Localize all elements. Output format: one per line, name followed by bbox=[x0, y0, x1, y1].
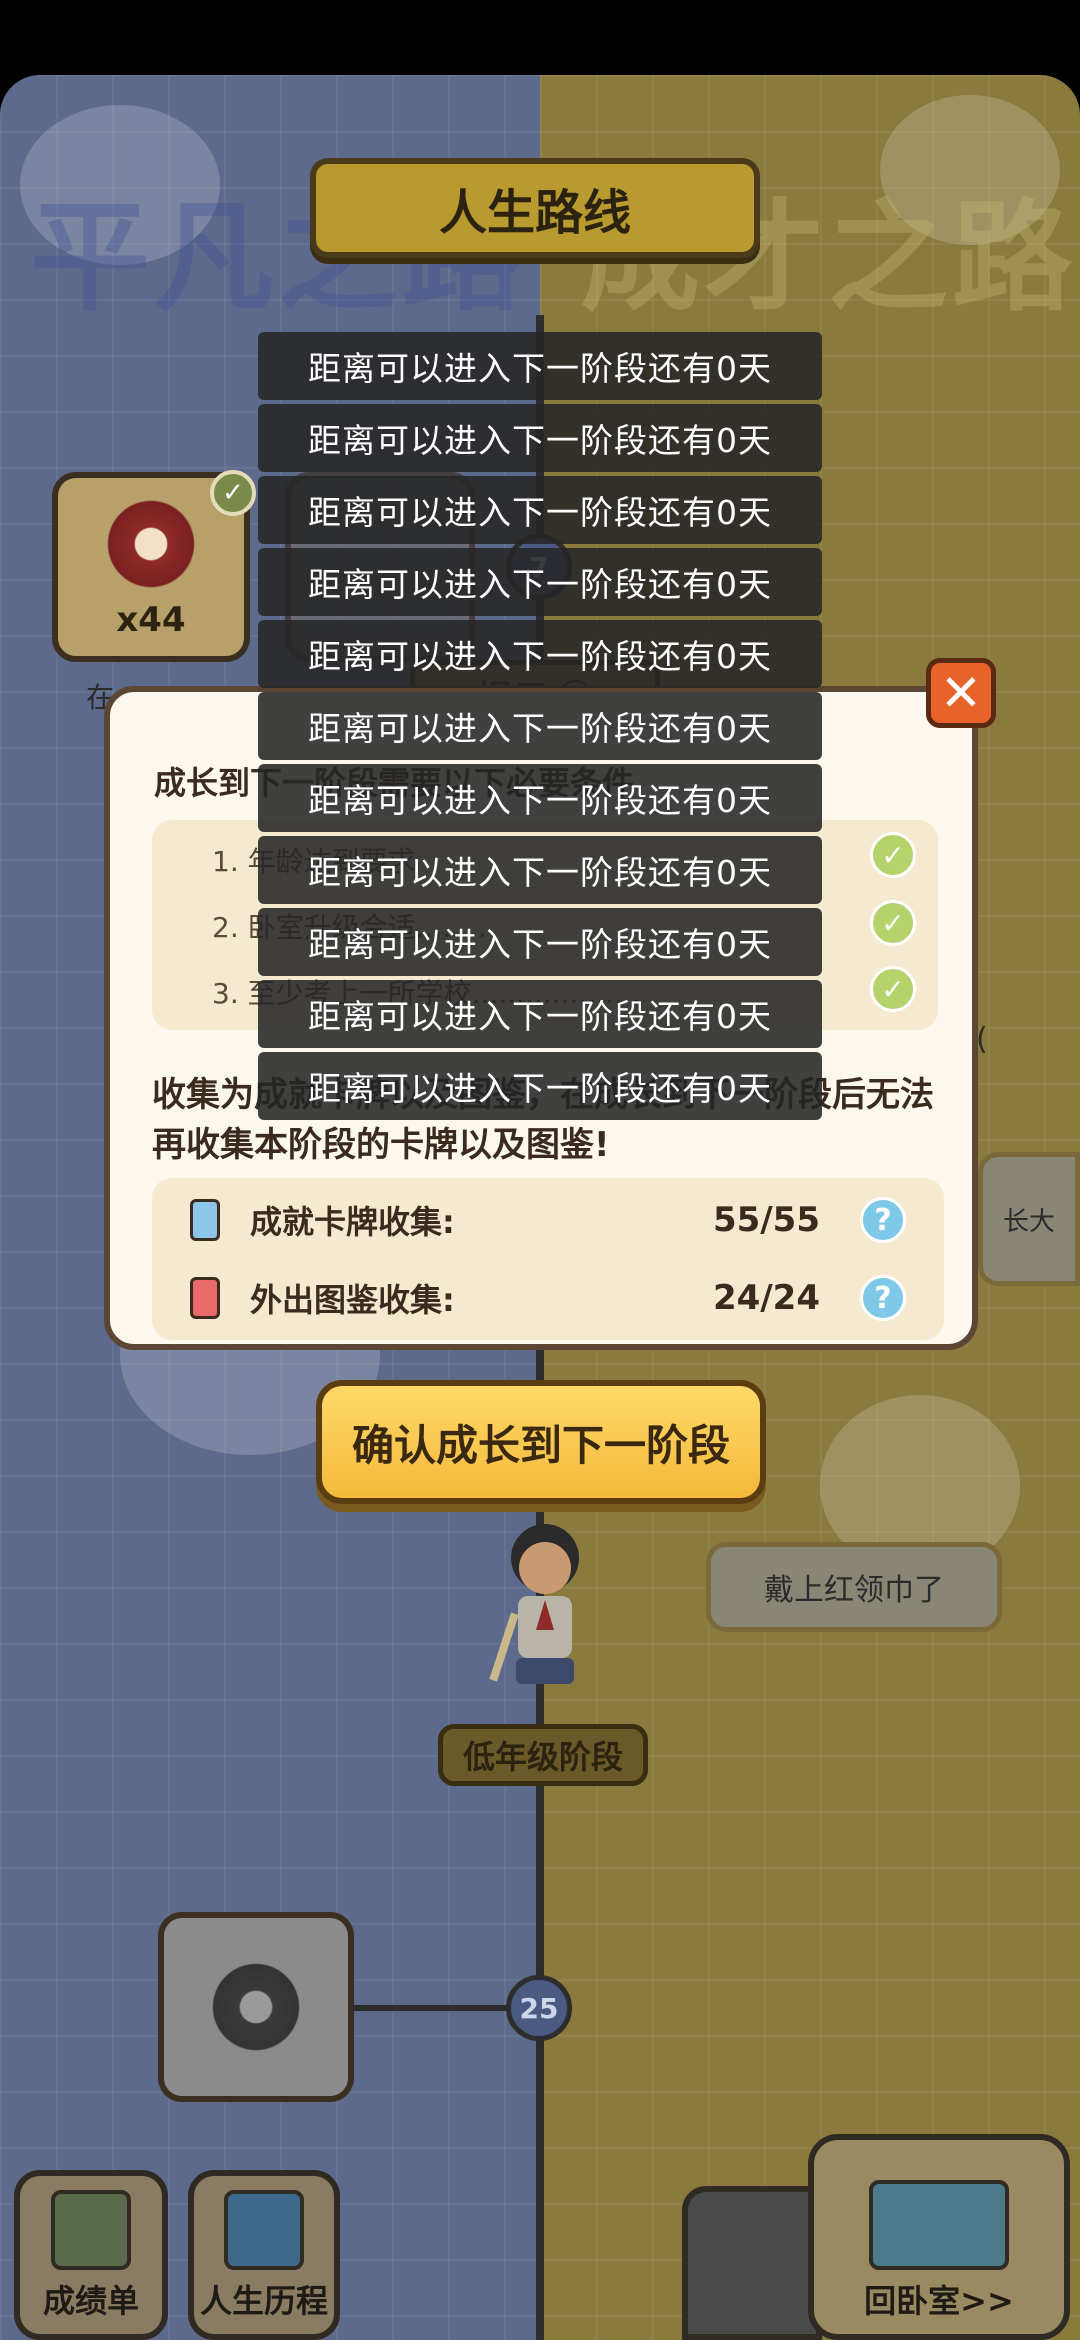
close-button[interactable]: ✕ bbox=[926, 658, 996, 728]
stage-label: 低年级阶段 bbox=[438, 1724, 648, 1786]
toast-message: 距离可以进入下一阶段还有0天 bbox=[258, 332, 822, 400]
next-flower-card[interactable] bbox=[158, 1912, 354, 2102]
card-connector bbox=[350, 2005, 520, 2011]
bedroom-label: 回卧室>> bbox=[864, 2282, 1014, 2320]
help-icon[interactable]: ? bbox=[860, 1275, 906, 1321]
bedroom-icon bbox=[869, 2180, 1009, 2270]
toast-message: 距离可以进入下一阶段还有0天 bbox=[258, 476, 822, 544]
confirm-grow-button[interactable]: 确认成长到下一阶段 bbox=[316, 1380, 766, 1504]
speech-bubble: 戴上红领巾了 bbox=[706, 1542, 1002, 1632]
check-icon: ✓ bbox=[870, 966, 916, 1012]
flower-icon bbox=[101, 494, 201, 594]
check-icon: ✓ bbox=[870, 832, 916, 878]
toast-message: 距离可以进入下一阶段还有0天 bbox=[258, 404, 822, 472]
collection-value: 24/24 bbox=[712, 1278, 820, 1318]
achievement-collection-row: 成就卡牌收集: 55/55 ? bbox=[190, 1190, 906, 1250]
report-label: 成绩单 bbox=[42, 2282, 139, 2320]
side-speech-bubble: 长大 bbox=[978, 1152, 1080, 1286]
back-to-bedroom-button[interactable]: 回卧室>> bbox=[808, 2134, 1070, 2340]
flower-icon bbox=[206, 1957, 306, 2057]
check-icon: ✓ bbox=[870, 900, 916, 946]
route-title-banner: 人生路线 bbox=[310, 158, 760, 258]
toast-message: 距离可以进入下一阶段还有0天 bbox=[258, 548, 822, 616]
help-icon[interactable]: ? bbox=[860, 1197, 906, 1243]
student-character bbox=[489, 1524, 579, 1684]
toast-message: 距离可以进入下一阶段还有0天 bbox=[258, 908, 822, 976]
history-book-icon bbox=[224, 2190, 304, 2270]
toast-message: 距离可以进入下一阶段还有0天 bbox=[258, 1052, 822, 1120]
toast-message: 距离可以进入下一阶段还有0天 bbox=[258, 620, 822, 688]
locked-item bbox=[682, 2186, 822, 2340]
collection-label: 成就卡牌收集: bbox=[250, 1203, 455, 1241]
collection-panel: 成就卡牌收集: 55/55 ? 外出图鉴收集: 24/24 ? bbox=[152, 1178, 944, 1340]
status-bar bbox=[0, 0, 1080, 75]
check-icon: ✓ bbox=[210, 470, 256, 516]
toast-message: 距离可以进入下一阶段还有0天 bbox=[258, 836, 822, 904]
timeline-node: 25 bbox=[506, 1975, 572, 2041]
report-card-button[interactable]: 成绩单 bbox=[14, 2170, 168, 2340]
toast-message: 距离可以进入下一阶段还有0天 bbox=[258, 764, 822, 832]
card-icon bbox=[190, 1199, 220, 1241]
toast-message: 距离可以进入下一阶段还有0天 bbox=[258, 692, 822, 760]
collection-value: 55/55 bbox=[712, 1200, 820, 1240]
collection-label: 外出图鉴收集: bbox=[250, 1281, 455, 1319]
flower-count: x44 bbox=[116, 600, 186, 640]
outing-collection-row: 外出图鉴收集: 24/24 ? bbox=[190, 1268, 906, 1328]
history-label: 人生历程 bbox=[199, 2282, 328, 2320]
life-history-button[interactable]: 人生历程 bbox=[188, 2170, 340, 2340]
toast-message: 距离可以进入下一阶段还有0天 bbox=[258, 980, 822, 1048]
book-icon bbox=[190, 1277, 220, 1319]
report-icon bbox=[51, 2190, 131, 2270]
